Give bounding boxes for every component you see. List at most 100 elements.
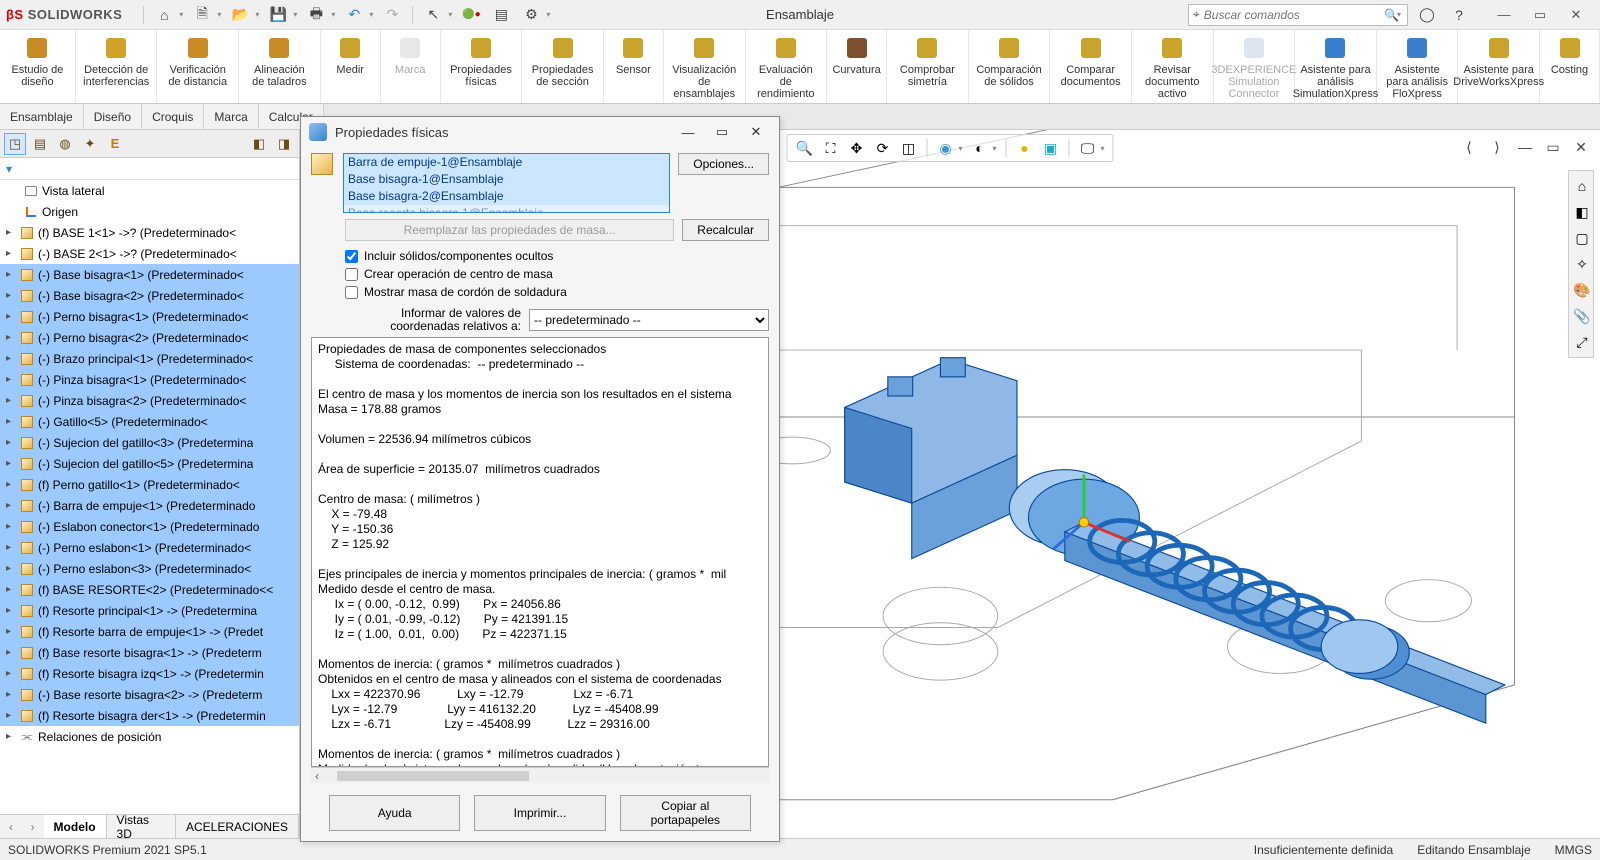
expand-icon[interactable]: ▸ [6, 710, 18, 721]
doc-restore-icon[interactable]: ▭ [1540, 134, 1566, 160]
ribbon-visualizaci-n-de-ensamblajes[interactable]: Visualización de ensamblajes [664, 30, 746, 103]
expand-icon[interactable]: ▸ [6, 332, 18, 343]
tree-item[interactable]: ▸(f) BASE 1<1> ->? (Predeterminado< [0, 222, 299, 243]
tree-item[interactable]: ▸(-) Pinza bisagra<1> (Predeterminado< [0, 369, 299, 390]
expand-icon[interactable]: ▸ [6, 269, 18, 280]
screen-icon[interactable]: 🖵 [1077, 137, 1099, 159]
tree-tab-e-icon[interactable]: E [104, 133, 126, 155]
expand-icon[interactable]: ▸ [6, 479, 18, 490]
taskpane-layers-icon[interactable]: ✧ [1571, 253, 1593, 275]
tab-ensamblaje[interactable]: Ensamblaje [0, 104, 84, 129]
ribbon-asistente-para-an-lisis-floxpress[interactable]: Asistente para análisis FloXpress [1377, 30, 1459, 103]
expand-icon[interactable]: ▸ [6, 395, 18, 406]
appearance-icon[interactable]: ● [1014, 137, 1036, 159]
expand-icon[interactable]: ▸ [6, 626, 18, 637]
doc-minimize-icon[interactable]: — [1512, 134, 1538, 160]
tree-item[interactable]: ▸⫘Relaciones de posición [0, 726, 299, 747]
expand-icon[interactable]: ▸ [6, 458, 18, 469]
expand-icon[interactable]: ▸ [6, 668, 18, 679]
model-tab-vistas-3d[interactable]: Vistas 3D [107, 815, 176, 838]
expand-icon[interactable]: ▸ [6, 437, 18, 448]
funnel-icon[interactable]: ▾ [6, 162, 12, 176]
recalculate-button[interactable]: Recalcular [682, 219, 769, 241]
doc-prev-icon[interactable]: ⟨ [1456, 134, 1482, 160]
list-item[interactable]: Base bisagra-1@Ensamblaje [344, 171, 669, 188]
doc-next-icon[interactable]: ⟩ [1484, 134, 1510, 160]
model-tab-modelo[interactable]: Modelo [44, 815, 107, 838]
weld-mass-checkbox[interactable]: Mostrar masa de cordón de soldadura [345, 285, 769, 299]
selection-list[interactable]: Barra de empuje-1@Ensamblaje Base bisagr… [343, 153, 670, 213]
undo-icon[interactable]: ↶ [341, 2, 367, 28]
pan-icon[interactable]: ✥ [845, 137, 867, 159]
taskpane-clip-icon[interactable]: 📎 [1571, 305, 1593, 327]
zoom-area-icon[interactable]: ⛶ [819, 137, 841, 159]
tree-item[interactable]: ▸(f) Resorte bisagra izq<1> -> (Predeter… [0, 663, 299, 684]
help-icon[interactable]: ? [1446, 2, 1472, 28]
dialog-titlebar[interactable]: Propiedades físicas — ▭ ✕ [301, 117, 779, 147]
expand-icon[interactable]: ▸ [6, 311, 18, 322]
close-button[interactable]: ✕ [1558, 2, 1594, 28]
save-icon[interactable]: 💾 [265, 2, 291, 28]
expand-icon[interactable]: ▸ [6, 248, 18, 259]
options-button[interactable]: Opciones... [678, 153, 769, 175]
ribbon-comprobar-simetr-a[interactable]: Comprobar simetría [887, 30, 969, 103]
ribbon-evaluaci-n-de-rendimiento[interactable]: Evaluación de rendimiento [746, 30, 828, 103]
open-icon[interactable]: 📂 [227, 2, 253, 28]
ribbon-curvatura[interactable]: Curvatura [827, 30, 887, 103]
tree-item[interactable]: ▸(-) Perno bisagra<1> (Predeterminado< [0, 306, 299, 327]
tree-item[interactable]: ▸(-) Sujecion del gatillo<3> (Predetermi… [0, 432, 299, 453]
results-text[interactable]: Propiedades de masa de componentes selec… [311, 337, 769, 767]
tree-item[interactable]: ▸(f) Perno gatillo<1> (Predeterminado< [0, 474, 299, 495]
taskpane-cube-icon[interactable]: ◧ [1571, 201, 1593, 223]
tabs-prev-icon[interactable]: ‹ [0, 820, 22, 834]
tree-tab-target-icon[interactable]: ✦ [79, 133, 101, 155]
ribbon-propiedades-f-sicas[interactable]: Propiedades físicas [441, 30, 523, 103]
list-item[interactable]: Base resorte bisagra 1@Ensamblaje [344, 205, 669, 213]
tab-croquis[interactable]: Croquis [142, 104, 204, 129]
search-input[interactable] [1204, 8, 1384, 22]
expand-icon[interactable]: ▸ [6, 605, 18, 616]
expand-icon[interactable]: ▸ [6, 689, 18, 700]
taskpane-box-icon[interactable]: ▢ [1571, 227, 1593, 249]
gear-icon[interactable]: ⚙ [518, 2, 544, 28]
print-button[interactable]: Imprimir... [474, 795, 605, 831]
expand-icon[interactable]: ▸ [6, 500, 18, 511]
section-icon[interactable]: ◫ [897, 137, 919, 159]
expand-icon[interactable]: ▸ [6, 227, 18, 238]
new-icon[interactable]: 🗎 [189, 2, 215, 28]
ribbon-asistente-para-an-lisis-simulationxpress[interactable]: Asistente para análisis SimulationXpress [1295, 30, 1377, 103]
expand-icon[interactable]: ▸ [6, 353, 18, 364]
ribbon-revisar-documento-activo[interactable]: Revisar documento activo [1132, 30, 1214, 103]
tree-item[interactable]: ▸(-) Eslabon conector<1> (Predeterminado [0, 516, 299, 537]
tree-tab-display-icon[interactable]: ◍ [54, 133, 76, 155]
ribbon-comparaci-n-de-s-lidos[interactable]: Comparación de sólidos [969, 30, 1051, 103]
tree-item[interactable]: ▸(-) Pinza bisagra<2> (Predeterminado< [0, 390, 299, 411]
list-item[interactable]: Base bisagra-2@Ensamblaje [344, 188, 669, 205]
ribbon-medir[interactable]: Medir [321, 30, 381, 103]
tabs-next-icon[interactable]: › [22, 820, 44, 834]
expand-icon[interactable]: ▸ [6, 521, 18, 532]
tree-item[interactable]: ▸(-) BASE 2<1> ->? (Predeterminado< [0, 243, 299, 264]
ribbon-alineaci-n-de-taladros[interactable]: Alineación de taladros [239, 30, 321, 103]
expand-icon[interactable]: ▸ [6, 416, 18, 427]
tree-item[interactable]: ▸(-) Base bisagra<1> (Predeterminado< [0, 264, 299, 285]
restore-button[interactable]: ▭ [1522, 2, 1558, 28]
tab-marca[interactable]: Marca [204, 104, 258, 129]
tree-tab-box1-icon[interactable]: ◧ [248, 133, 270, 155]
ribbon-comparar-documentos[interactable]: Comparar documentos [1050, 30, 1132, 103]
display-style-icon[interactable]: ◉ [934, 137, 956, 159]
tree-plane-row[interactable]: Vista lateral [0, 180, 299, 201]
create-com-checkbox[interactable]: Crear operación de centro de masa [345, 267, 769, 281]
tree-item[interactable]: ▸(-) Brazo principal<1> (Predeterminado< [0, 348, 299, 369]
rotate-icon[interactable]: ⟳ [871, 137, 893, 159]
coord-system-select[interactable]: -- predeterminado -- [529, 309, 769, 331]
tree-item[interactable]: ▸(-) Perno bisagra<2> (Predeterminado< [0, 327, 299, 348]
list-item[interactable]: Barra de empuje-1@Ensamblaje [344, 154, 669, 171]
minimize-button[interactable]: — [1486, 2, 1522, 28]
form-icon[interactable]: ▤ [488, 2, 514, 28]
home-icon[interactable]: ⌂ [151, 2, 177, 28]
ribbon-costing[interactable]: Costing [1540, 30, 1600, 103]
command-search[interactable]: ⌖ 🔍▾ [1188, 4, 1408, 26]
tree-item[interactable]: ▸(-) Perno eslabon<3> (Predeterminado< [0, 558, 299, 579]
expand-icon[interactable]: ▸ [6, 542, 18, 553]
